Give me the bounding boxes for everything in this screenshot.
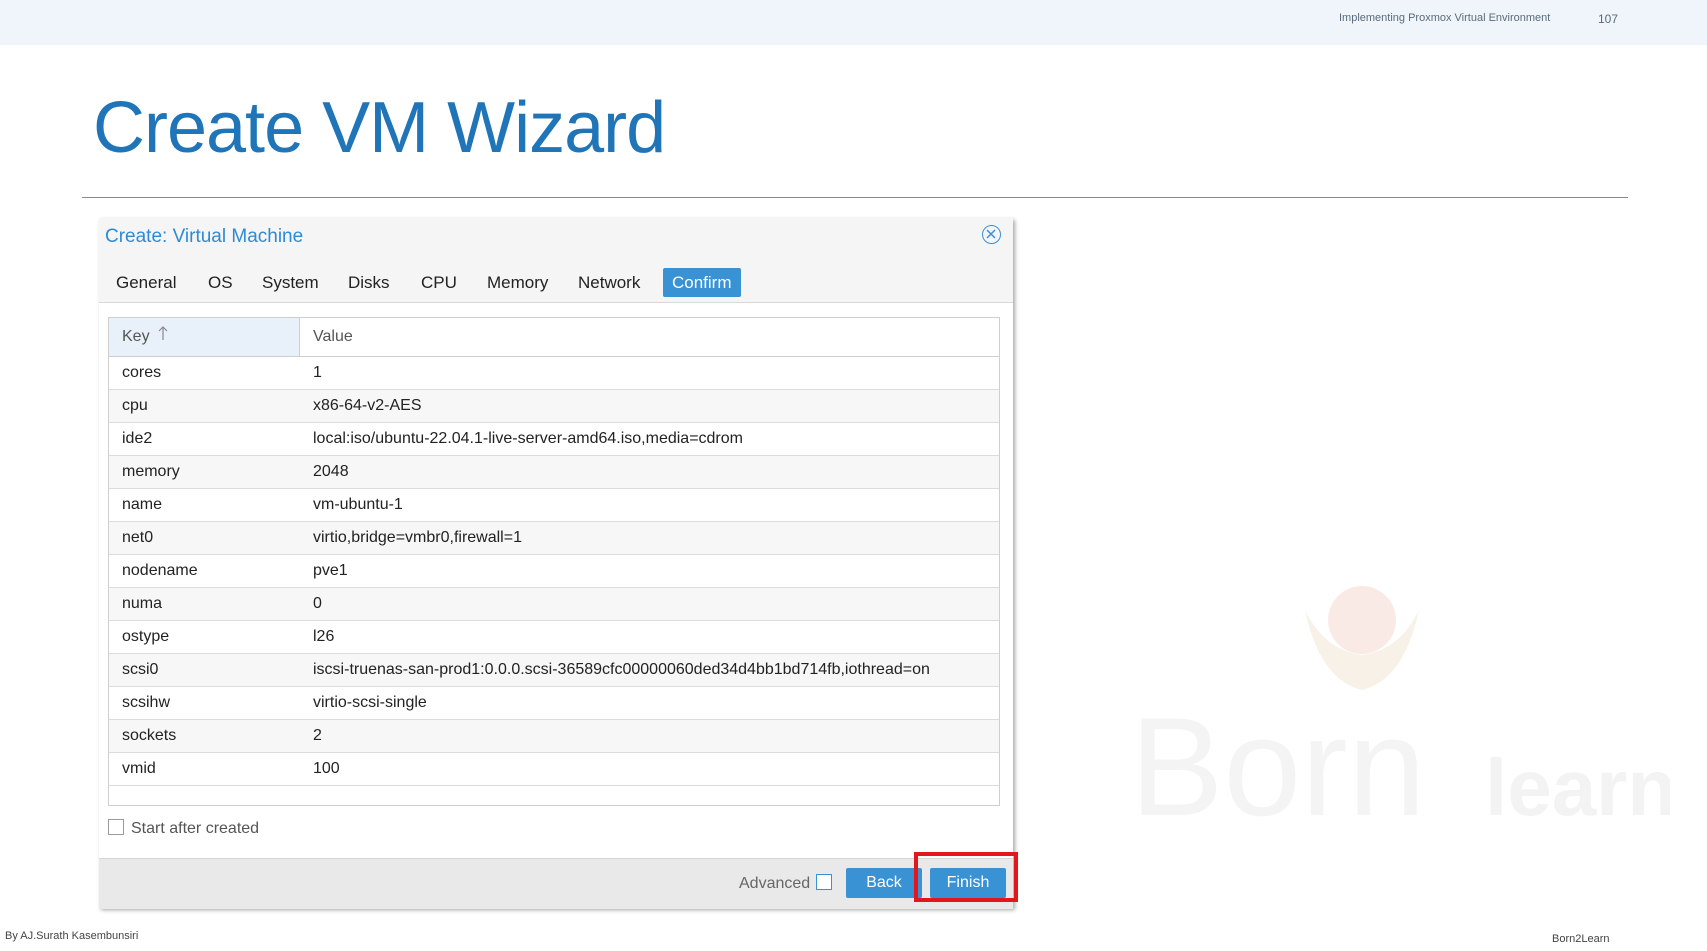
table-row[interactable]: vmid 100 <box>109 753 999 786</box>
row-value: virtio,bridge=vmbr0,firewall=1 <box>313 529 522 546</box>
row-value: 100 <box>313 760 340 777</box>
finish-highlight-box <box>914 852 1018 902</box>
wizard-tabs: General OS System Disks CPU Memory Netwo… <box>99 260 1013 303</box>
dialog-title: Create: Virtual Machine <box>105 226 304 247</box>
row-key: net0 <box>122 529 154 546</box>
slide-page-number: 107 <box>1598 12 1619 26</box>
table-row[interactable]: cores 1 <box>109 357 999 390</box>
row-value: local:iso/ubuntu-22.04.1-live-server-amd… <box>313 430 743 447</box>
row-key: cpu <box>122 397 148 414</box>
row-key: numa <box>122 595 163 612</box>
start-after-created-label: Start after created <box>131 820 260 837</box>
grid-body: cores 1 cpu x86-64-v2-AES ide2 local:iso/ub… <box>109 357 999 786</box>
watermark-text-learn: learn <box>1485 743 1670 830</box>
column-header-value[interactable]: Value <box>300 318 999 356</box>
advanced-toggle: Advanced <box>739 873 833 894</box>
row-value: x86-64-v2-AES <box>313 397 422 414</box>
row-key: vmid <box>122 760 156 777</box>
watermark-text-born: Born <box>1130 688 1426 830</box>
advanced-label: Advanced <box>739 875 811 892</box>
table-row[interactable]: numa 0 <box>109 588 999 621</box>
tab-network[interactable]: Network <box>569 268 649 297</box>
column-header-key[interactable]: Key <box>109 318 300 356</box>
start-after-created-checkbox[interactable] <box>108 818 124 835</box>
table-row[interactable]: net0 virtio,bridge=vmbr0,firewall=1 <box>109 522 999 555</box>
row-key: ostype <box>122 628 170 645</box>
slide-header-bar: Implementing Proxmox Virtual Environment… <box>0 0 1707 45</box>
table-row[interactable]: memory 2048 <box>109 456 999 489</box>
sort-ascending-icon <box>158 318 168 356</box>
table-row[interactable]: name vm-ubuntu-1 <box>109 489 999 522</box>
create-vm-dialog: Create: Virtual Machine General OS Syste… <box>99 218 1018 909</box>
row-value: pve1 <box>313 562 348 579</box>
back-button[interactable]: Back <box>846 868 922 898</box>
table-row[interactable]: ide2 local:iso/ubuntu-22.04.1-live-server… <box>109 423 999 456</box>
close-icon[interactable] <box>982 225 1001 244</box>
grid-header: Key Value <box>109 318 999 357</box>
dialog-footer: Advanced Back Finish <box>99 858 1013 909</box>
tab-memory[interactable]: Memory <box>478 268 557 297</box>
row-value: iscsi-truenas-san-prod1:0.0.0.scsi-36589… <box>313 661 930 678</box>
row-key: ide2 <box>122 430 153 447</box>
table-row[interactable]: nodename pve1 <box>109 555 999 588</box>
row-key: name <box>122 496 163 513</box>
row-key: nodename <box>122 562 198 579</box>
tab-cpu[interactable]: CPU <box>412 268 466 297</box>
row-key: memory <box>122 463 180 480</box>
tab-disks[interactable]: Disks <box>339 268 399 297</box>
slide-title: Create VM Wizard <box>93 88 666 168</box>
row-value: 2 <box>313 727 322 744</box>
row-value: 1 <box>313 364 322 381</box>
row-value: 0 <box>313 595 322 612</box>
table-row[interactable]: ostype l26 <box>109 621 999 654</box>
advanced-checkbox[interactable] <box>816 873 833 890</box>
dialog-header: Create: Virtual Machine <box>99 218 1013 260</box>
column-header-key-label: Key <box>122 328 150 345</box>
table-row[interactable]: scsihw virtio-scsi-single <box>109 687 999 720</box>
slide-footer-author: By AJ.Surath Kasembunsiri <box>5 930 139 942</box>
row-key: sockets <box>122 727 177 744</box>
start-after-created: Start after created <box>108 818 260 839</box>
tab-os[interactable]: OS <box>199 268 242 297</box>
row-value: vm-ubuntu-1 <box>313 496 403 513</box>
confirm-grid: Key Value cores 1 cpu x86-64-v2-AES ide2 lo… <box>108 317 1000 806</box>
row-key: scsi0 <box>122 661 159 678</box>
row-key: scsihw <box>122 694 171 711</box>
tab-confirm[interactable]: Confirm <box>663 268 741 297</box>
row-value: 2048 <box>313 463 349 480</box>
table-row[interactable]: sockets 2 <box>109 720 999 753</box>
slide-footer-brand: Born2Learn <box>1552 933 1610 945</box>
row-key: cores <box>122 364 162 381</box>
tab-general[interactable]: General <box>107 268 185 297</box>
row-value: l26 <box>313 628 335 645</box>
table-row[interactable]: cpu x86-64-v2-AES <box>109 390 999 423</box>
born2learn-watermark-logo: Born learn <box>1130 586 1670 830</box>
table-row[interactable]: scsi0 iscsi-truenas-san-prod1:0.0.0.scsi-… <box>109 654 999 687</box>
title-divider <box>82 197 1628 198</box>
row-value: virtio-scsi-single <box>313 694 427 711</box>
tab-system[interactable]: System <box>253 268 328 297</box>
slide-header-text: Implementing Proxmox Virtual Environment <box>1339 12 1551 24</box>
